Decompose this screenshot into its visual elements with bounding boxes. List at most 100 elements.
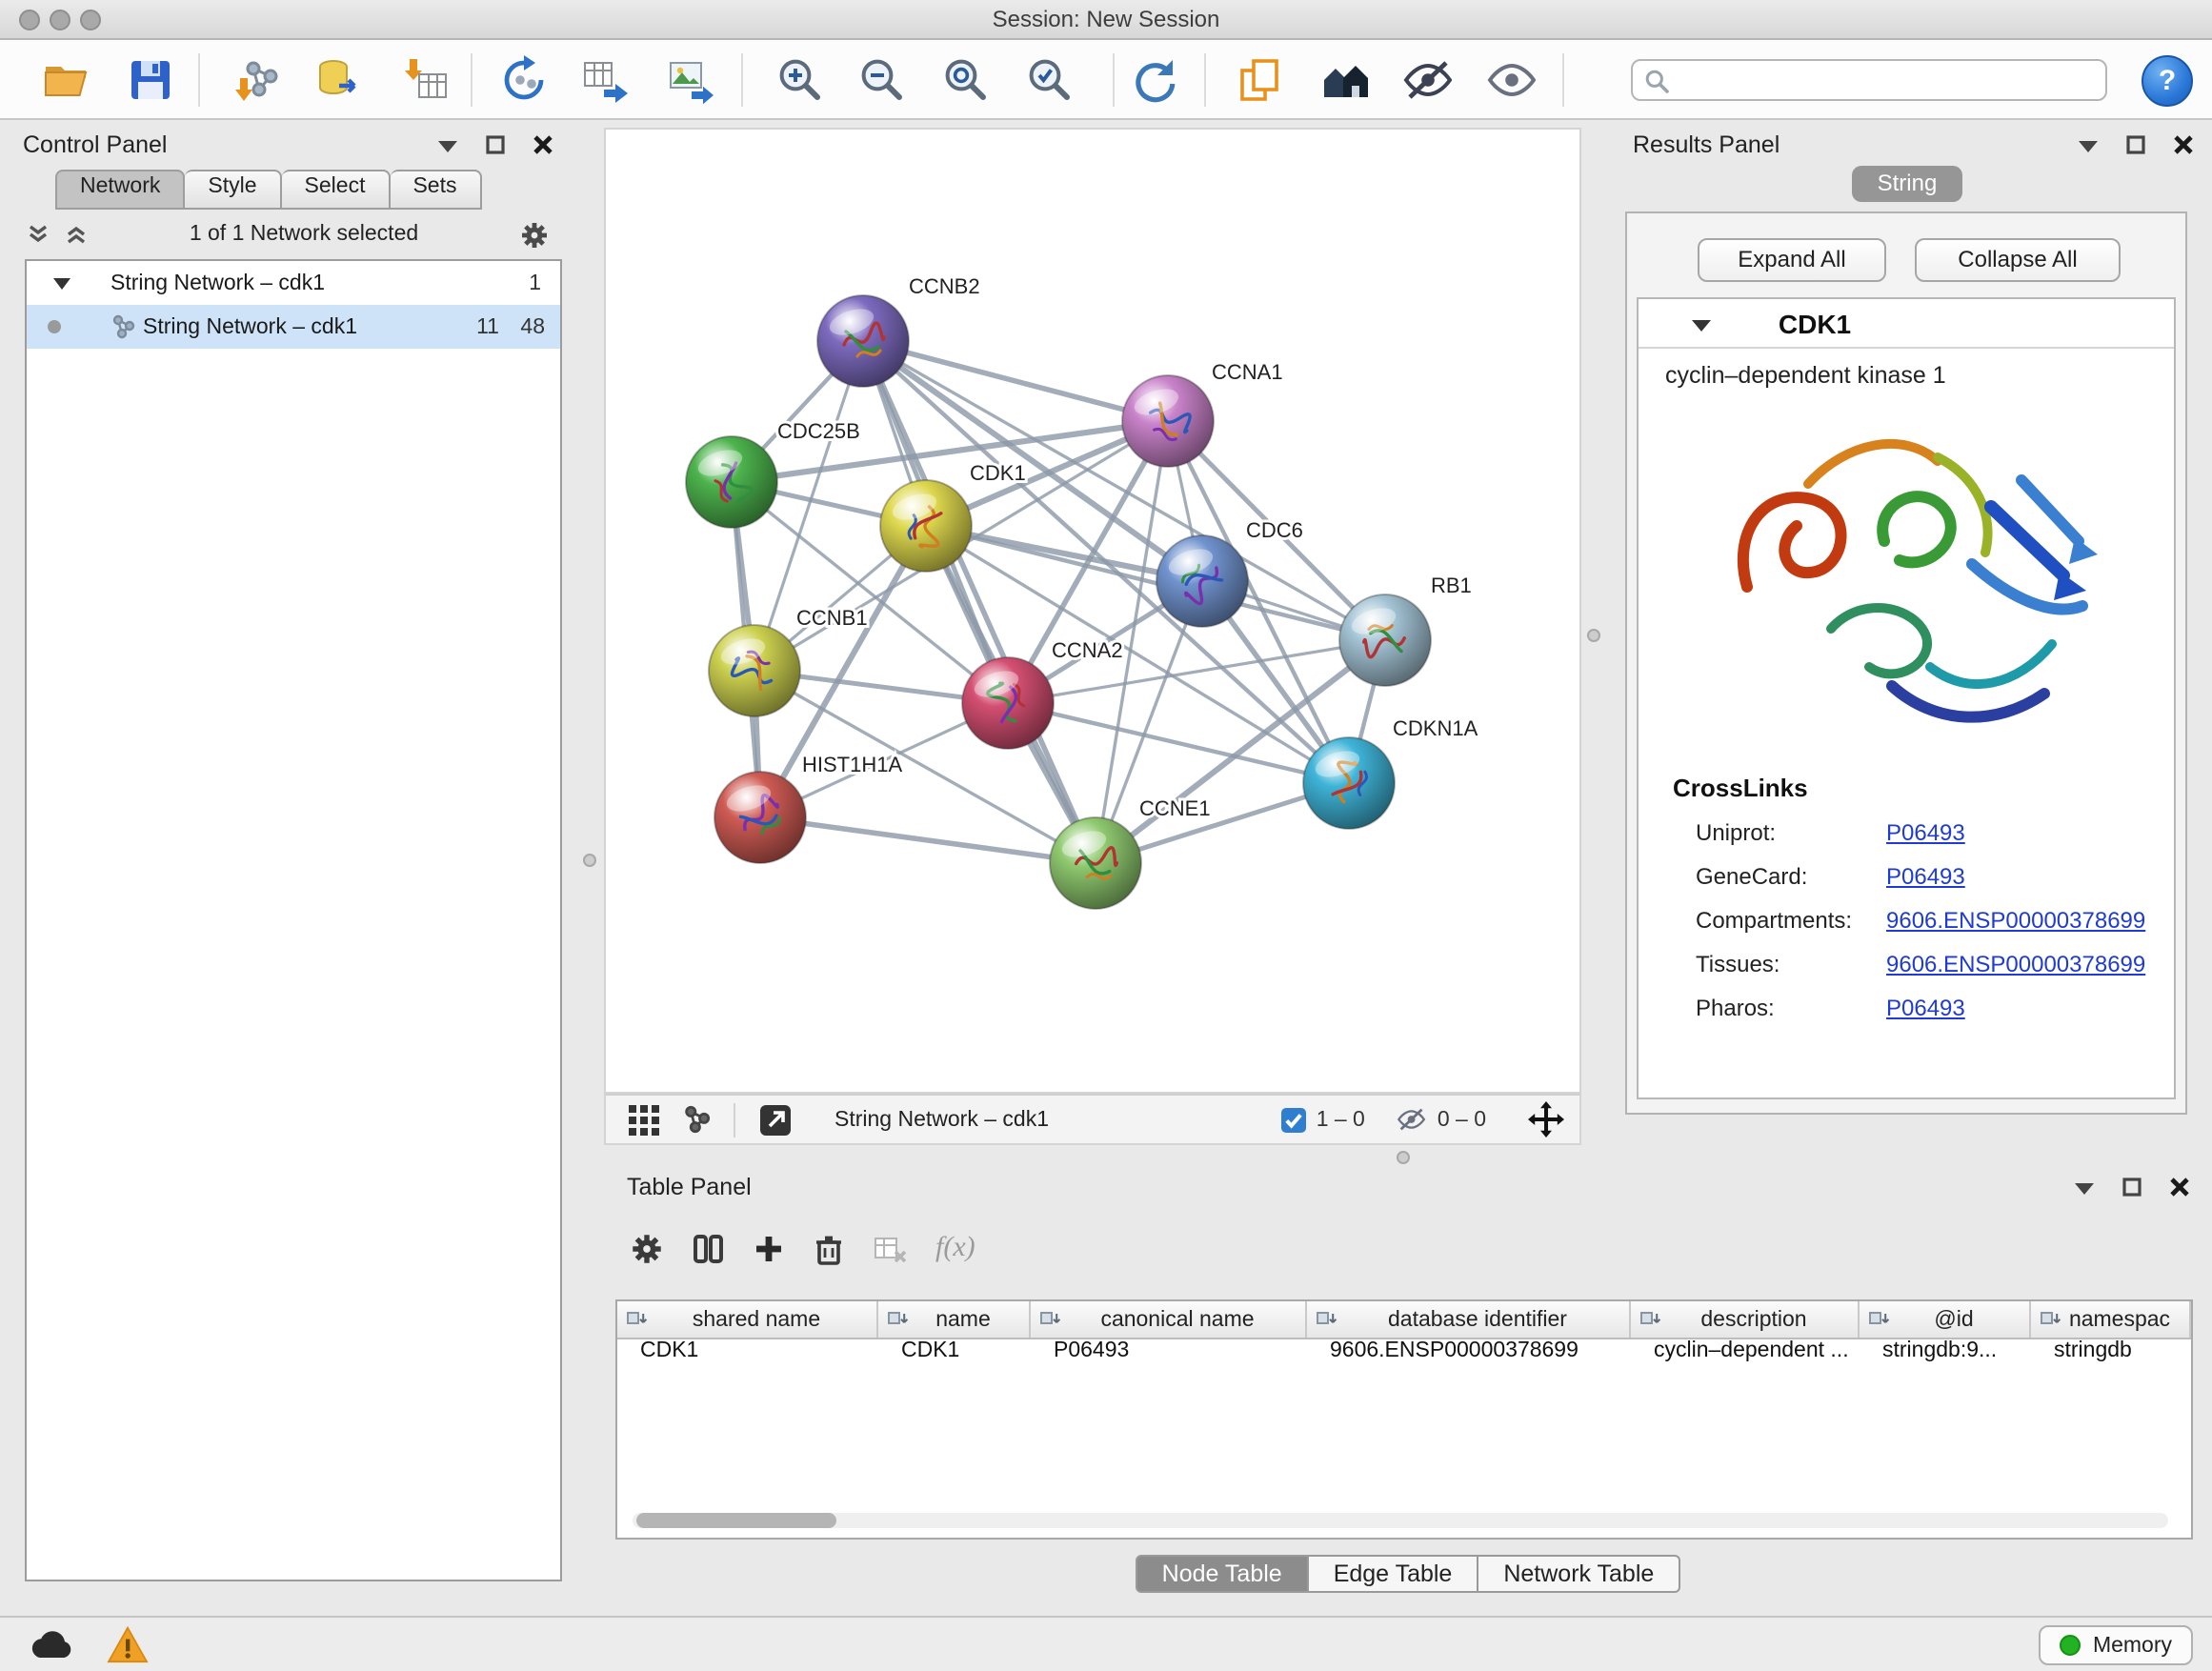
crosslink-row: GeneCard:P06493 [1696,854,2174,897]
tab-style[interactable]: Style [185,170,281,210]
cloud-status-icon[interactable] [27,1625,76,1663]
collapse-all-trees-icon[interactable] [27,223,50,246]
column-header--id[interactable]: @id [1860,1301,2031,1338]
show-icon[interactable] [1486,55,1536,105]
pan-move-icon[interactable] [1528,1101,1564,1137]
collapse-all-button[interactable]: Collapse All [1915,238,2121,282]
network-graph[interactable]: CCNB2CCNA1CDC25BCDK1CDC6RB1CCNB1CCNA2CDK… [606,130,1579,1092]
column-header-name[interactable]: name [878,1301,1031,1338]
table-cell[interactable]: P06493 [1031,1339,1307,1374]
first-neighbors-icon[interactable] [1320,55,1370,105]
crosslink-label: GeneCard: [1696,862,1886,889]
scrollbar-thumb[interactable] [636,1513,836,1528]
zoom-in-icon[interactable] [775,55,825,105]
crosslink-value-link[interactable]: P06493 [1886,994,1965,1020]
panel-float-icon[interactable] [2079,138,2098,151]
zoom-out-icon[interactable] [857,55,907,105]
show-columns-icon[interactable] [692,1232,724,1264]
panel-close-icon[interactable] [2174,135,2193,154]
warning-icon[interactable] [107,1625,149,1663]
gear-icon[interactable] [520,220,549,249]
column-header-namespac[interactable]: namespac [2031,1301,2191,1338]
left-splitter-handle[interactable] [583,854,596,867]
search-input[interactable] [1679,69,2094,91]
column-header-shared-name[interactable]: shared name [617,1301,878,1338]
selected-checkbox-icon[interactable] [1280,1106,1307,1133]
network-share-icon[interactable] [682,1105,711,1134]
table-horizontal-scrollbar[interactable] [633,1513,2168,1528]
tab-node-table[interactable]: Node Table [1136,1555,1309,1593]
import-network-file-icon[interactable] [232,55,282,105]
crosslink-value-link[interactable]: 9606.ENSP00000378699 [1886,950,2145,976]
network-row-selected[interactable]: String Network – cdk1 11 48 [27,305,560,349]
import-table-icon[interactable] [402,55,452,105]
collapse-triangle-icon[interactable] [1692,318,1711,332]
crosslink-value-link[interactable]: 9606.ENSP00000378699 [1886,906,2145,933]
export-table-icon[interactable] [581,55,631,105]
panel-float-icon[interactable] [2075,1180,2094,1194]
export-image-icon[interactable] [667,55,716,105]
refresh-icon[interactable] [1130,55,1179,105]
table-header-row: shared namenamecanonical namedatabase id… [617,1301,2191,1339]
import-network-database-icon[interactable] [314,55,364,105]
tab-select[interactable]: Select [282,170,391,210]
tab-network-table[interactable]: Network Table [1477,1555,1680,1593]
title-bar: Session: New Session [0,0,2212,40]
right-splitter-handle[interactable] [1587,629,1600,642]
hide-icon[interactable] [1402,55,1452,105]
add-column-icon[interactable] [753,1232,785,1264]
table-cell[interactable]: stringdb:9... [1860,1339,2031,1374]
help-button[interactable]: ? [2142,55,2193,107]
window-title: Session: New Session [0,6,2212,32]
delete-column-icon[interactable] [814,1232,844,1264]
network-view-toolbar: String Network – cdk1 1 – 0 0 – 0 [604,1094,1581,1145]
results-panel-header: Results Panel [1621,126,2204,164]
table-cell[interactable]: CDK1 [617,1339,878,1374]
tab-string[interactable]: String [1852,166,1962,202]
tab-network[interactable]: Network [55,170,185,210]
copy-icon[interactable] [1235,55,1284,105]
panel-close-icon[interactable] [533,135,553,154]
tab-sets[interactable]: Sets [390,170,481,210]
panel-maximize-icon[interactable] [2122,1178,2142,1197]
hidden-eye-slash-icon[interactable] [1396,1105,1428,1134]
search-field [1631,59,2107,101]
network-selection-bar: 1 of 1 Network selected [11,210,564,259]
clone-network-icon[interactable] [499,55,549,105]
expand-all-trees-icon[interactable] [65,223,88,246]
memory-status-dot [2061,1635,2081,1656]
zoom-fit-icon[interactable] [941,55,991,105]
memory-button[interactable]: Memory [2040,1625,2193,1665]
panel-float-icon[interactable] [438,138,457,151]
table-cell[interactable]: stringdb [2031,1339,2191,1374]
expand-all-button[interactable]: Expand All [1698,238,1886,282]
table-cell[interactable]: cyclin–dependent ... [1631,1339,1860,1374]
bottom-splitter-handle[interactable] [1397,1151,1410,1164]
results-panel: Results Panel String Expand All Collapse… [1621,126,2204,1120]
table-row[interactable]: CDK1CDK1P064939606.ENSP00000378699cyclin… [617,1339,2191,1374]
table-cell[interactable]: CDK1 [878,1339,1031,1374]
tab-edge-table[interactable]: Edge Table [1307,1555,1479,1593]
panel-maximize-icon[interactable] [2126,135,2145,154]
zoom-selected-icon[interactable] [1025,55,1075,105]
save-session-icon[interactable] [126,55,175,105]
node-label-ccnb1: CCNB1 [796,606,868,630]
tree-expander-icon[interactable] [53,277,70,289]
network-collection-row[interactable]: String Network – cdk1 1 [27,261,560,305]
crosslink-value-link[interactable]: P06493 [1886,862,1965,889]
protein-name: CDK1 [1639,308,2174,338]
column-header-description[interactable]: description [1631,1301,1860,1338]
table-settings-gear-icon[interactable] [631,1232,663,1264]
node-label-cdc6: CDC6 [1246,518,1303,542]
birds-eye-view-icon[interactable] [629,1104,659,1135]
column-header-database-identifier[interactable]: database identifier [1307,1301,1631,1338]
network-canvas[interactable]: CCNB2CCNA1CDC25BCDK1CDC6RB1CCNB1CCNA2CDK… [604,128,1581,1094]
table-cell[interactable]: 9606.ENSP00000378699 [1307,1339,1631,1374]
crosslink-value-link[interactable]: P06493 [1886,818,1965,845]
open-in-new-window-icon[interactable] [758,1102,793,1137]
open-session-icon[interactable] [42,55,91,105]
column-header-canonical-name[interactable]: canonical name [1031,1301,1307,1338]
protein-card-header[interactable]: CDK1 [1639,299,2174,349]
panel-maximize-icon[interactable] [486,135,505,154]
panel-close-icon[interactable] [2170,1178,2189,1197]
